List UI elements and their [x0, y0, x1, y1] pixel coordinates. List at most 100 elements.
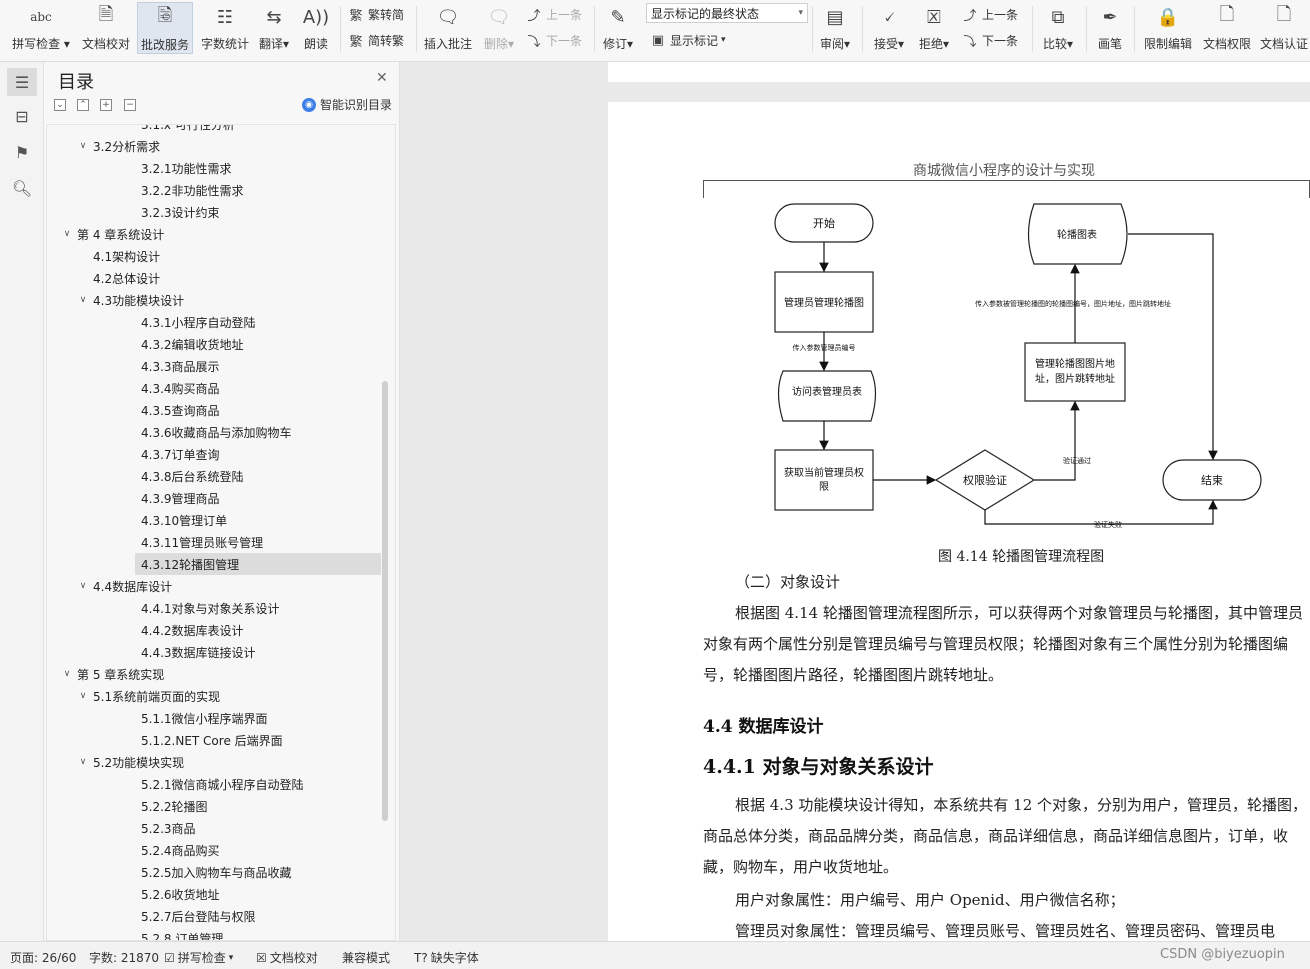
- toc-item[interactable]: 3.2.2非功能性需求: [47, 179, 381, 201]
- toc-item[interactable]: 5.2.1微信商城小程序自动登陆: [47, 773, 381, 795]
- toc-item[interactable]: 4.4.1对象与对象关系设计: [47, 597, 381, 619]
- toc-item[interactable]: ∨ 4.3功能模块设计: [47, 289, 381, 311]
- flow-pass-params-label: 传入参数被管理轮播图的轮播图编号，图片地址，图片跳转地址: [975, 299, 1171, 308]
- toc-item-label: 4.3.5查询商品: [141, 403, 220, 418]
- doc-proof-status[interactable]: ☒ 文档校对: [256, 949, 318, 966]
- chevron-down-icon[interactable]: ∨: [61, 229, 73, 239]
- chevron-down-icon[interactable]: ∨: [77, 581, 89, 591]
- toc-item[interactable]: ∨ 第 5 章系统实现: [47, 663, 381, 685]
- pen-button[interactable]: ✒ 画笔: [1092, 2, 1128, 54]
- track-changes-button[interactable]: ✎ 修订▾: [600, 2, 636, 54]
- toc-item[interactable]: ∨ 3.2分析需求: [47, 135, 381, 157]
- close-icon[interactable]: ✕: [376, 70, 388, 86]
- toc-item[interactable]: 5.2.4商品购买: [47, 839, 381, 861]
- spell-check-button[interactable]: abc 拼写检查 ▾: [10, 2, 72, 54]
- toc-item[interactable]: 5.2.3商品: [47, 817, 381, 839]
- missing-font-status[interactable]: T? 缺失字体: [414, 949, 479, 966]
- next-change-button[interactable]: ⤵ 下一条: [962, 30, 1018, 50]
- next-comment-button[interactable]: ⤵ 下一条: [526, 30, 582, 50]
- toc-item[interactable]: 4.1架构设计: [47, 245, 381, 267]
- chevron-down-icon[interactable]: ∨: [77, 141, 89, 151]
- delete-comment-button[interactable]: 🗨 删除▾: [480, 2, 518, 54]
- document-page[interactable]: 商城微信小程序的设计与实现 开始 管理员管理轮播图 传入参数管理员编号 访问表管…: [608, 102, 1310, 941]
- accept-button[interactable]: 🗸 接受▾: [870, 2, 908, 54]
- read-aloud-button[interactable]: A)) 朗读: [298, 2, 334, 54]
- restrict-edit-button[interactable]: 🔒 限制编辑: [1140, 2, 1196, 54]
- word-count-indicator[interactable]: 字数: 21870: [89, 949, 159, 966]
- toc-item[interactable]: 4.3.5查询商品: [47, 399, 381, 421]
- toc-item[interactable]: 4.3.3商品展示: [47, 355, 381, 377]
- search-icon[interactable]: 🔍︎: [7, 174, 37, 202]
- toc-item[interactable]: 4.3.1小程序自动登陆: [47, 311, 381, 333]
- correction-service-button[interactable]: 🗟 批改服务: [137, 2, 193, 54]
- toc-item[interactable]: 4.3.4购买商品: [47, 377, 381, 399]
- toc-item[interactable]: 5.2.5加入购物车与商品收藏: [47, 861, 381, 883]
- prev-comment-button[interactable]: ⤴ 上一条: [526, 4, 582, 24]
- toc-item[interactable]: 4.3.7订单查询: [47, 443, 381, 465]
- bookmark-icon[interactable]: ⚑: [7, 138, 37, 166]
- toc-item[interactable]: ∨ 5.1系统前端页面的实现: [47, 685, 381, 707]
- compare-button[interactable]: ⧉ 比较▾: [1038, 2, 1078, 54]
- simplified-to-trad-button[interactable]: 繁简转繁: [348, 30, 404, 50]
- toc-item[interactable]: 5.1.2.NET Core 后端界面: [47, 729, 381, 751]
- toc-item[interactable]: 5.2.8 订单管理: [47, 927, 381, 941]
- toc-item[interactable]: ∨ 4.4数据库设计: [47, 575, 381, 597]
- toc-item[interactable]: 4.3.6收藏商品与添加购物车: [47, 421, 381, 443]
- toc-item[interactable]: ∨ 第 4 章系统设计: [47, 223, 381, 245]
- prev-change-button[interactable]: ⤴ 上一条: [962, 4, 1018, 24]
- outline-panel-icon[interactable]: ⊟: [7, 102, 37, 130]
- simplified-to-trad-label: 简转繁: [368, 33, 405, 48]
- doc-cert-button[interactable]: 🗋 文档认证: [1258, 2, 1310, 54]
- toc-item-label: 3.2分析需求: [93, 139, 161, 154]
- toc-scrollbar[interactable]: [382, 381, 388, 821]
- word-count-button[interactable]: ☷ 字数统计: [197, 2, 253, 54]
- toc-item[interactable]: 5.2.6收货地址: [47, 883, 381, 905]
- chevron-down-icon[interactable]: ∨: [61, 669, 73, 679]
- toc-item[interactable]: 4.3.11管理员账号管理: [47, 531, 381, 553]
- compat-mode-status[interactable]: 兼容模式: [342, 949, 390, 966]
- toc-item-label: 4.3.1小程序自动登陆: [141, 315, 256, 330]
- toc-item[interactable]: 5.2.7后台登陆与权限: [47, 905, 381, 927]
- toc-item-label: 5.2.8 订单管理: [141, 931, 224, 941]
- toc-item-label: 5.2.3商品: [141, 821, 196, 836]
- trad-to-simplified-button[interactable]: 繁繁转简: [348, 4, 404, 24]
- chevron-down-icon[interactable]: ∨: [77, 757, 89, 767]
- chevron-down-icon[interactable]: ∨: [77, 691, 89, 701]
- toc-item[interactable]: 4.3.2编辑收货地址: [47, 333, 381, 355]
- toc-item[interactable]: 3.1.x 可行性分析: [47, 124, 381, 135]
- review-button[interactable]: ▤ 审阅▾: [816, 2, 854, 54]
- expand-up-icon[interactable]: ⌃: [77, 99, 89, 111]
- doc-permission-button[interactable]: 🗋 文档权限: [1199, 2, 1255, 54]
- toc-item[interactable]: 4.3.10管理订单: [47, 509, 381, 531]
- collapse-all-icon[interactable]: ⌄: [54, 99, 66, 111]
- spell-check-status[interactable]: ☑ 拼写检查 ▾: [164, 949, 233, 966]
- translate-button[interactable]: ⇆ 翻译▾: [256, 2, 292, 54]
- toc-item[interactable]: 5.2.2轮播图: [47, 795, 381, 817]
- markup-state-select[interactable]: 显示标记的最终状态 ▾: [646, 3, 808, 23]
- reject-button[interactable]: 🗵 拒绝▾: [915, 2, 953, 54]
- toc-item[interactable]: 3.2.1功能性需求: [47, 157, 381, 179]
- toc-item[interactable]: 4.4.2数据库表设计: [47, 619, 381, 641]
- header-rule-tick: [703, 180, 704, 198]
- toc-item[interactable]: 4.3.9管理商品: [47, 487, 381, 509]
- compare-icon: ⧉: [1051, 6, 1065, 28]
- chevron-down-icon: ▾: [798, 8, 803, 18]
- page-indicator[interactable]: 页面: 26/60: [10, 949, 76, 966]
- toc-item-label: 3.1.x 可行性分析: [141, 124, 235, 132]
- toc-item[interactable]: 5.1.1微信小程序端界面: [47, 707, 381, 729]
- show-markup-button[interactable]: ▣ 显示标记 ▾: [650, 30, 726, 50]
- toc-item[interactable]: 4.4.3数据库链接设计: [47, 641, 381, 663]
- toc-item[interactable]: 4.3.12轮播图管理: [135, 553, 381, 575]
- doc-proof-button[interactable]: 🗎 文档校对: [78, 2, 134, 54]
- chevron-down-icon[interactable]: ∨: [77, 295, 89, 305]
- insert-comment-button[interactable]: 🗨 插入批注: [422, 2, 474, 54]
- add-level-icon[interactable]: +: [100, 99, 112, 111]
- toc-panel-icon[interactable]: ☰: [7, 68, 37, 96]
- toc-item[interactable]: 4.2总体设计: [47, 267, 381, 289]
- correction-icon: 🗟: [157, 5, 173, 26]
- toc-item[interactable]: 4.3.8后台系统登陆: [47, 465, 381, 487]
- toc-item[interactable]: 3.2.3设计约束: [47, 201, 381, 223]
- remove-level-icon[interactable]: −: [124, 99, 136, 111]
- toc-item[interactable]: ∨ 5.2功能模块实现: [47, 751, 381, 773]
- smart-recognize-button[interactable]: ◉ 智能识别目录: [302, 96, 392, 113]
